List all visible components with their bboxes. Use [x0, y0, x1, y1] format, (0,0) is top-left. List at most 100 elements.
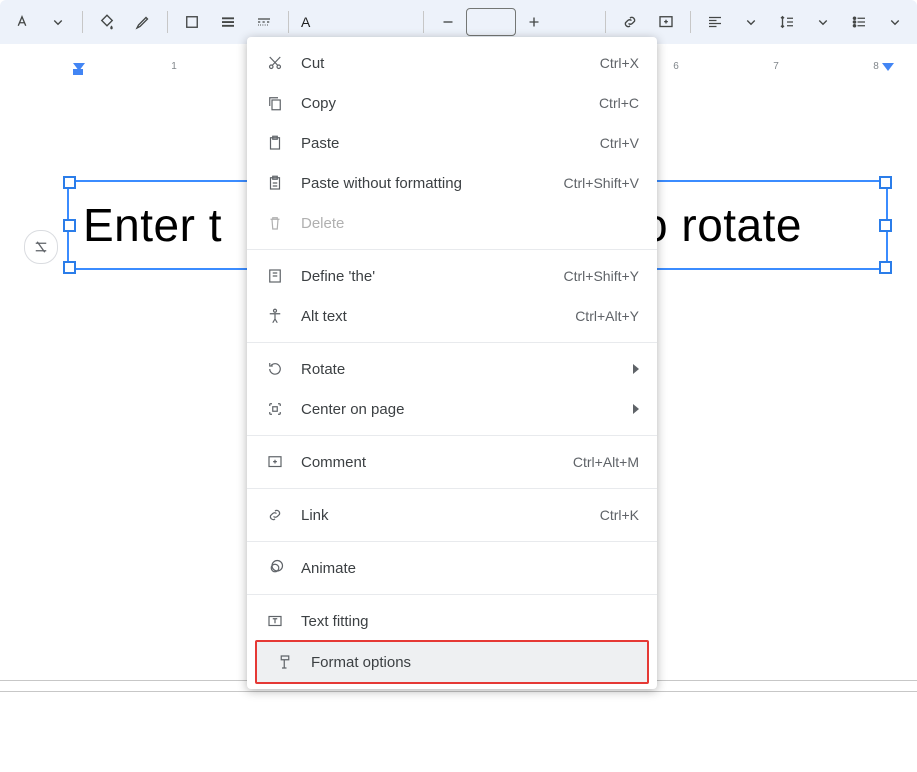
text-fitting-icon [265, 611, 285, 631]
textbox-text-right: o rotate [642, 198, 802, 252]
textbox-text-left: Enter t [83, 198, 222, 252]
font-size-minus[interactable] [434, 8, 462, 36]
menu-label: Link [301, 507, 600, 524]
menu-item-link[interactable]: Link Ctrl+K [247, 495, 657, 535]
highlight-button[interactable] [129, 8, 157, 36]
dictionary-icon [265, 266, 285, 286]
menu-label: Animate [301, 560, 639, 577]
menu-label: Center on page [301, 401, 633, 418]
menu-label: Copy [301, 95, 599, 112]
menu-label: Rotate [301, 361, 633, 378]
center-icon [265, 399, 285, 419]
menu-item-format-options[interactable]: Format options [257, 642, 647, 682]
menu-accel: Ctrl+K [600, 507, 639, 523]
menu-item-delete[interactable]: Delete [247, 203, 657, 243]
cut-icon [265, 53, 285, 73]
context-menu: Cut Ctrl+X Copy Ctrl+C Paste Ctrl+V Past… [247, 37, 657, 689]
menu-accel: Ctrl+X [600, 55, 639, 71]
menu-label: Paste without formatting [301, 175, 564, 192]
menu-item-paste[interactable]: Paste Ctrl+V [247, 123, 657, 163]
add-comment-button[interactable] [652, 8, 680, 36]
menu-item-paste-without-formatting[interactable]: Paste without formatting Ctrl+Shift+V [247, 163, 657, 203]
toolbar-separator [288, 11, 289, 33]
font-name-label: A [301, 14, 310, 30]
menu-label: Define 'the' [301, 268, 564, 285]
animate-icon [265, 558, 285, 578]
submenu-arrow-icon [633, 404, 639, 414]
rotate-icon [265, 359, 285, 379]
comment-icon [265, 452, 285, 472]
link-icon [265, 505, 285, 525]
menu-item-comment[interactable]: Comment Ctrl+Alt+M [247, 442, 657, 482]
ruler-tick: 1 [168, 61, 180, 80]
ruler-tick: 6 [670, 61, 682, 80]
paste-plain-icon [265, 173, 285, 193]
toolbar-separator [690, 11, 691, 33]
resize-handle[interactable] [63, 261, 76, 274]
highlight-annotation: Format options [255, 640, 649, 684]
list-dropdown[interactable] [881, 8, 909, 36]
menu-label: Format options [311, 654, 629, 671]
menu-item-copy[interactable]: Copy Ctrl+C [247, 83, 657, 123]
line-spacing-dropdown[interactable] [809, 8, 837, 36]
menu-item-alt-text[interactable]: Alt text Ctrl+Alt+Y [247, 296, 657, 336]
resize-handle[interactable] [879, 261, 892, 274]
format-options-icon [275, 652, 295, 672]
menu-item-define[interactable]: Define 'the' Ctrl+Shift+Y [247, 256, 657, 296]
insert-link-button[interactable] [616, 8, 644, 36]
menu-separator [247, 594, 657, 595]
menu-label: Comment [301, 454, 573, 471]
ruler-tick: 8 [870, 61, 882, 80]
font-size-plus[interactable] [520, 8, 548, 36]
menu-separator [247, 342, 657, 343]
menu-separator [247, 435, 657, 436]
toolbar-separator [605, 11, 606, 33]
menu-label: Alt text [301, 308, 575, 325]
ruler-right-indent[interactable] [882, 63, 894, 71]
accessibility-icon [265, 306, 285, 326]
resize-handle[interactable] [63, 176, 76, 189]
align-dropdown[interactable] [737, 8, 765, 36]
list-button[interactable] [845, 8, 873, 36]
menu-item-rotate[interactable]: Rotate [247, 349, 657, 389]
menu-item-center-on-page[interactable]: Center on page [247, 389, 657, 429]
menu-item-animate[interactable]: Animate [247, 548, 657, 588]
menu-label: Paste [301, 135, 600, 152]
menu-accel: Ctrl+C [599, 95, 639, 111]
menu-accel: Ctrl+Shift+V [564, 175, 639, 191]
text-color-dropdown[interactable] [44, 8, 72, 36]
menu-item-cut[interactable]: Cut Ctrl+X [247, 43, 657, 83]
ruler-left-indent[interactable] [73, 63, 85, 75]
menu-accel: Ctrl+Shift+Y [564, 268, 639, 284]
line-spacing-button[interactable] [773, 8, 801, 36]
menu-item-text-fitting[interactable]: Text fitting [247, 601, 657, 641]
align-button[interactable] [701, 8, 729, 36]
border-dash-button[interactable] [250, 8, 278, 36]
delete-icon [265, 213, 285, 233]
menu-label: Delete [301, 215, 639, 232]
menu-accel: Ctrl+Alt+M [573, 454, 639, 470]
menu-label: Text fitting [301, 613, 639, 630]
border-weight-button[interactable] [214, 8, 242, 36]
border-color-button[interactable] [178, 8, 206, 36]
fill-color-button[interactable] [93, 8, 121, 36]
menu-separator [247, 249, 657, 250]
font-family-selector[interactable]: A [295, 14, 417, 30]
copy-icon [265, 93, 285, 113]
autofit-button[interactable] [24, 230, 58, 264]
resize-handle[interactable] [879, 219, 892, 232]
toolbar-separator [82, 11, 83, 33]
toolbar-separator [167, 11, 168, 33]
menu-accel: Ctrl+Alt+Y [575, 308, 639, 324]
submenu-arrow-icon [633, 364, 639, 374]
menu-accel: Ctrl+V [600, 135, 639, 151]
paste-icon [265, 133, 285, 153]
text-color-button[interactable] [8, 8, 36, 36]
resize-handle[interactable] [879, 176, 892, 189]
menu-label: Cut [301, 55, 600, 72]
ruler-tick: 7 [770, 61, 782, 80]
menu-separator [247, 488, 657, 489]
font-size-input[interactable] [466, 8, 516, 36]
resize-handle[interactable] [63, 219, 76, 232]
menu-separator [247, 541, 657, 542]
